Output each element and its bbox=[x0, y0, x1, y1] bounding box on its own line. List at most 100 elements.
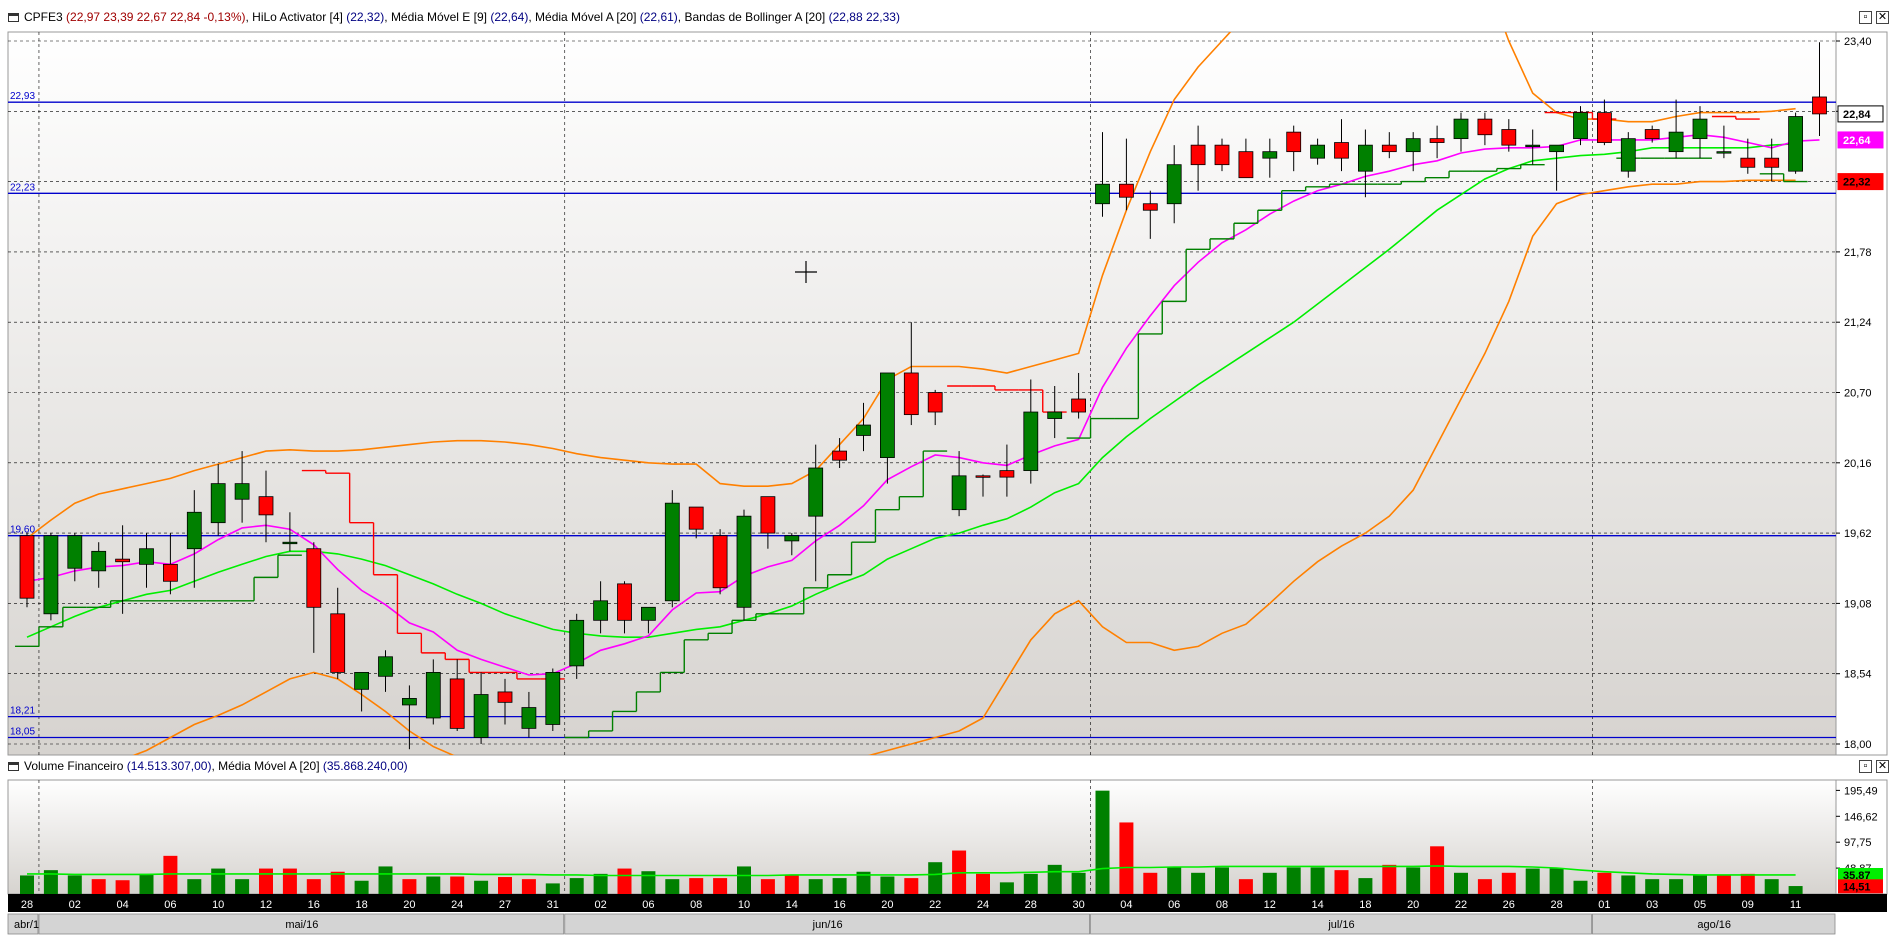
date-day-label: 28 bbox=[1025, 899, 1037, 911]
volume-bar bbox=[1023, 873, 1038, 894]
candle-body bbox=[903, 372, 919, 416]
volume-bar bbox=[1693, 875, 1707, 894]
date-day-label: 24 bbox=[977, 899, 989, 911]
volume-bar bbox=[1358, 878, 1373, 894]
candle-body bbox=[91, 550, 107, 572]
volume-tick-label: 97,75 bbox=[1844, 837, 1872, 849]
volume-bar bbox=[1716, 875, 1731, 894]
volume-bar bbox=[1191, 872, 1206, 894]
volume-bar bbox=[1501, 872, 1516, 894]
stock-chart[interactable]: 22,9322,2319,6018,2118,05 23,4022,8622,3… bbox=[0, 0, 1895, 943]
candle-body bbox=[736, 515, 752, 608]
candle-body bbox=[1716, 151, 1732, 154]
volume-bar bbox=[20, 875, 34, 894]
price-tick-label: 18,00 bbox=[1844, 739, 1872, 751]
date-day-label: 01 bbox=[1598, 899, 1610, 911]
volume-bar bbox=[665, 879, 680, 894]
date-day-label: 26 bbox=[1503, 899, 1515, 911]
month-label: mai/16 bbox=[285, 919, 318, 931]
volume-bar bbox=[235, 879, 250, 894]
volume-bar bbox=[1573, 880, 1588, 894]
volume-bar bbox=[402, 879, 417, 894]
volume-bar bbox=[1645, 879, 1660, 894]
candle-body bbox=[401, 698, 417, 706]
volume-bar bbox=[450, 876, 465, 894]
volume-bar bbox=[211, 868, 226, 894]
candle-body bbox=[210, 483, 226, 524]
candle-body bbox=[617, 583, 632, 621]
volume-bar bbox=[1788, 886, 1803, 894]
volume-bar bbox=[713, 878, 728, 894]
candle-body bbox=[282, 541, 298, 545]
date-day-label: 09 bbox=[1742, 899, 1754, 911]
horizontal-line-label: 22,93 bbox=[10, 91, 35, 102]
volume-bar bbox=[187, 879, 202, 894]
date-day-label: 24 bbox=[451, 899, 463, 911]
last-value-label: 22,64 bbox=[1843, 135, 1871, 147]
candle-body bbox=[1166, 164, 1182, 205]
last-value-label: 22,32 bbox=[1843, 177, 1871, 189]
date-day-label: 30 bbox=[1072, 899, 1084, 911]
candle-body bbox=[1071, 398, 1086, 413]
month-label: jul/16 bbox=[1327, 919, 1354, 931]
date-day-label: 22 bbox=[1455, 899, 1467, 911]
candle-body bbox=[1047, 411, 1063, 419]
candle-body bbox=[712, 535, 728, 589]
volume-bar bbox=[474, 880, 489, 894]
volume-bar bbox=[259, 868, 273, 894]
volume-bar bbox=[139, 873, 154, 894]
volume-bar bbox=[1215, 867, 1229, 894]
price-plot-area[interactable] bbox=[7, 31, 1837, 756]
volume-bar bbox=[1238, 879, 1253, 894]
price-tick-label: 20,70 bbox=[1844, 388, 1872, 400]
date-day-label: 12 bbox=[260, 899, 272, 911]
volume-bar bbox=[330, 871, 345, 894]
date-day-label: 06 bbox=[1168, 899, 1180, 911]
price-tick-label: 23,40 bbox=[1844, 36, 1872, 48]
volume-last-label: 14,51 bbox=[1843, 881, 1871, 893]
candle-body bbox=[1644, 129, 1660, 140]
candle-body bbox=[497, 691, 513, 703]
date-day-label: 10 bbox=[738, 899, 750, 911]
candle-body bbox=[449, 678, 465, 729]
price-tick-label: 19,62 bbox=[1844, 528, 1872, 540]
candle-body bbox=[354, 671, 370, 690]
candle-body bbox=[67, 535, 83, 569]
candle-body bbox=[1405, 138, 1421, 153]
month-label: ago/16 bbox=[1697, 919, 1731, 931]
volume-bar bbox=[545, 883, 560, 894]
volume-bar bbox=[569, 878, 584, 894]
volume-bar bbox=[1095, 790, 1110, 894]
candle-body bbox=[1620, 138, 1636, 172]
volume-bar bbox=[1071, 872, 1086, 894]
candle-body bbox=[186, 511, 202, 550]
volume-bar bbox=[976, 873, 990, 894]
volume-bar bbox=[832, 878, 847, 894]
volume-bar bbox=[67, 875, 82, 894]
candle-body bbox=[1238, 151, 1254, 179]
volume-bar bbox=[737, 866, 751, 894]
candle-body bbox=[808, 467, 824, 517]
date-day-label: 12 bbox=[1264, 899, 1276, 911]
volume-bar bbox=[928, 862, 943, 894]
candle-body bbox=[784, 535, 800, 542]
candle-body bbox=[1429, 138, 1445, 143]
date-day-label: 16 bbox=[833, 899, 845, 911]
volume-bar bbox=[306, 879, 321, 894]
volume-bar bbox=[378, 866, 393, 894]
candle-body bbox=[1023, 411, 1039, 472]
volume-bar bbox=[1119, 822, 1134, 894]
date-day-label: 04 bbox=[116, 899, 128, 911]
candle-body bbox=[1190, 144, 1206, 166]
date-day-label: 16 bbox=[308, 899, 320, 911]
candle-body bbox=[1764, 157, 1780, 168]
candle-body bbox=[139, 548, 154, 565]
volume-bar bbox=[163, 855, 178, 894]
volume-bar bbox=[1286, 867, 1301, 894]
volume-bar bbox=[593, 873, 608, 894]
volume-bar bbox=[1430, 846, 1445, 894]
volume-bar bbox=[880, 876, 895, 894]
candle-body bbox=[1358, 144, 1373, 172]
horizontal-line-label: 22,23 bbox=[10, 182, 35, 193]
candle-body bbox=[1477, 118, 1493, 136]
